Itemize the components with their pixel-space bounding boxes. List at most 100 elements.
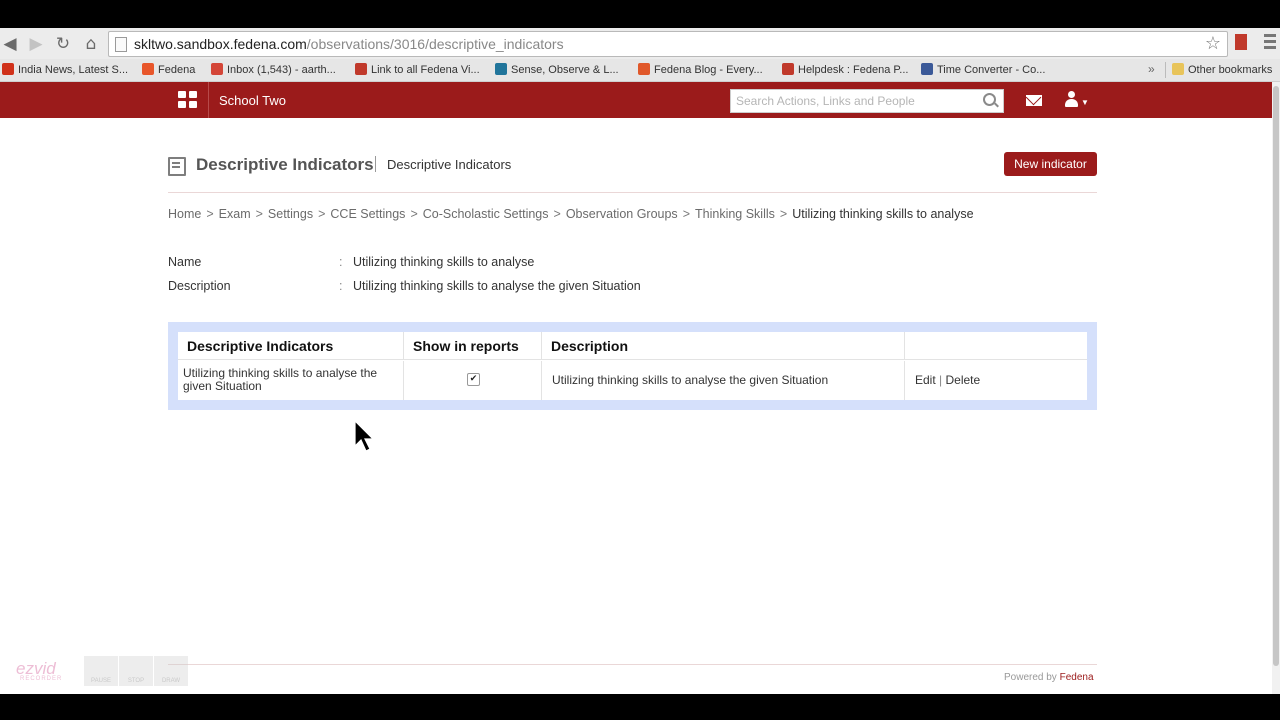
home-icon[interactable]: ⌂ [81, 34, 101, 54]
name-value: Utilizing thinking skills to analyse [353, 255, 535, 269]
mail-icon[interactable] [1026, 95, 1042, 106]
breadcrumb-current: Utilizing thinking skills to analyse [792, 207, 974, 221]
col-header-description: Description [542, 332, 905, 360]
page-scrollbar[interactable] [1272, 82, 1280, 694]
screen-bottom-border [0, 694, 1280, 720]
stop-label: STOP [127, 678, 145, 684]
edit-link[interactable]: Edit [915, 373, 936, 387]
breadcrumb-separator: > [206, 207, 214, 221]
search-input[interactable] [736, 92, 976, 109]
browser-menu-icon[interactable] [1264, 34, 1276, 50]
bookmark-item[interactable]: Helpdesk : Fedena P... [782, 63, 908, 76]
name-label: Name [168, 255, 202, 269]
action-separator: | [939, 373, 943, 387]
title-divider [375, 156, 376, 172]
breadcrumb-separator: > [255, 207, 263, 221]
bookmark-item[interactable]: Fedena Blog - Every... [638, 63, 763, 76]
breadcrumb-link[interactable]: Observation Groups [566, 207, 678, 221]
page-header: Descriptive Indicators Descriptive Indic… [168, 148, 1097, 193]
favicon-icon [211, 63, 223, 75]
table-cell-show-in-reports: ✔ [404, 361, 542, 400]
recorder-stop-button[interactable]: STOP [119, 656, 153, 686]
url-path: /observations/3016/descriptive_indicator… [306, 36, 564, 52]
favicon-icon [142, 63, 154, 75]
school-name[interactable]: School Two [219, 93, 286, 108]
bookmarks-overflow-icon[interactable]: » [1148, 62, 1155, 76]
bookmark-star-icon[interactable]: ☆ [1205, 33, 1221, 54]
other-bookmarks[interactable]: Other bookmarks [1172, 63, 1272, 76]
global-search[interactable] [730, 89, 1004, 113]
breadcrumb-separator: > [682, 207, 690, 221]
breadcrumb-link[interactable]: Home [168, 207, 201, 221]
col-header-show-in-reports: Show in reports [404, 332, 542, 360]
new-indicator-button[interactable]: New indicator [1004, 152, 1097, 176]
indicators-table: Descriptive Indicators Show in reports D… [178, 332, 1087, 400]
fedena-link[interactable]: Fedena [1060, 672, 1094, 683]
app-header: School Two ▼ [0, 82, 1272, 118]
favicon-icon [495, 63, 507, 75]
recorder-draw-button[interactable]: DRAW [154, 656, 188, 686]
clipboard-icon [168, 157, 186, 176]
bookmark-item[interactable]: Time Converter - Co... [921, 63, 1045, 76]
bookmark-label: Link to all Fedena Vi... [371, 64, 480, 76]
favicon-icon [2, 63, 14, 75]
recorder-pause-button[interactable]: PAUSE [84, 656, 118, 686]
extension-icon[interactable] [1235, 34, 1247, 50]
delete-link[interactable]: Delete [946, 373, 981, 387]
name-colon: : [339, 255, 343, 269]
url-text[interactable]: skltwo.sandbox.fedena.com/observations/3… [134, 36, 564, 52]
bookmark-item[interactable]: Fedena [142, 63, 195, 76]
powered-by-text: Powered by [1004, 672, 1057, 683]
show-in-reports-checkbox[interactable]: ✔ [467, 373, 480, 386]
bookmark-item[interactable]: Inbox (1,543) - aarth... [211, 63, 336, 76]
breadcrumb-link[interactable]: Exam [219, 207, 251, 221]
breadcrumb-link[interactable]: Thinking Skills [695, 207, 775, 221]
user-menu[interactable]: ▼ [1064, 91, 1089, 109]
recorder-overlay: ezvid RECORDER PAUSE STOP DRAW [2, 656, 188, 686]
favicon-icon [921, 63, 933, 75]
breadcrumb-link[interactable]: Settings [268, 207, 313, 221]
back-icon[interactable]: ◀ [0, 34, 20, 54]
breadcrumb-separator: > [779, 207, 788, 221]
bookmark-item[interactable]: Link to all Fedena Vi... [355, 63, 480, 76]
description-value: Utilizing thinking skills to analyse the… [353, 279, 641, 293]
user-icon [1068, 91, 1075, 98]
bookmark-item[interactable]: India News, Latest S... [2, 63, 128, 76]
breadcrumb-link[interactable]: CCE Settings [330, 207, 405, 221]
pause-label: PAUSE [91, 678, 111, 684]
col-header-indicators: Descriptive Indicators [178, 332, 404, 360]
search-icon[interactable] [983, 93, 996, 106]
breadcrumb-separator: > [410, 207, 418, 221]
draw-label: DRAW [161, 678, 181, 684]
page-icon [115, 37, 127, 52]
page-content: School Two ▼ Descriptive Indicators Desc… [0, 82, 1272, 694]
address-bar[interactable]: skltwo.sandbox.fedena.com/observations/3… [108, 31, 1228, 57]
bookmark-label: Inbox (1,543) - aarth... [227, 64, 336, 76]
forward-icon[interactable]: ▶ [26, 34, 46, 54]
breadcrumb: Home > Exam > Settings > CCE Settings > Co-Schol… [168, 207, 974, 221]
favicon-icon [782, 63, 794, 75]
table-cell-indicator: Utilizing thinking skills to analyse the… [178, 361, 404, 400]
favicon-icon [355, 63, 367, 75]
scrollbar-thumb[interactable] [1273, 86, 1279, 666]
bookmarks-divider [1165, 62, 1166, 78]
bookmark-item[interactable]: Sense, Observe & L... [495, 63, 619, 76]
reload-icon[interactable]: ↻ [53, 34, 73, 54]
folder-icon [1172, 63, 1184, 75]
table-cell-description: Utilizing thinking skills to analyse the… [542, 361, 905, 400]
mouse-cursor-icon [354, 420, 375, 452]
apps-grid-icon[interactable] [178, 91, 198, 109]
favicon-icon [638, 63, 650, 75]
bookmark-label: Time Converter - Co... [937, 64, 1046, 76]
description-text: Utilizing thinking skills to analyse the… [552, 373, 829, 387]
screen-top-border [0, 0, 1280, 28]
description-label: Description [168, 279, 231, 293]
indicator-text: Utilizing thinking skills to analyse the… [183, 366, 378, 393]
table-cell-actions: Edit | Delete [905, 361, 1087, 400]
bookmarks-bar: India News, Latest S... Fedena Inbox (1,54… [0, 59, 1280, 82]
page-title: Descriptive Indicators [196, 155, 374, 174]
breadcrumb-link[interactable]: Co-Scholastic Settings [423, 207, 549, 221]
breadcrumb-separator: > [553, 207, 561, 221]
header-divider [208, 82, 209, 118]
col-header-actions [905, 332, 1087, 360]
